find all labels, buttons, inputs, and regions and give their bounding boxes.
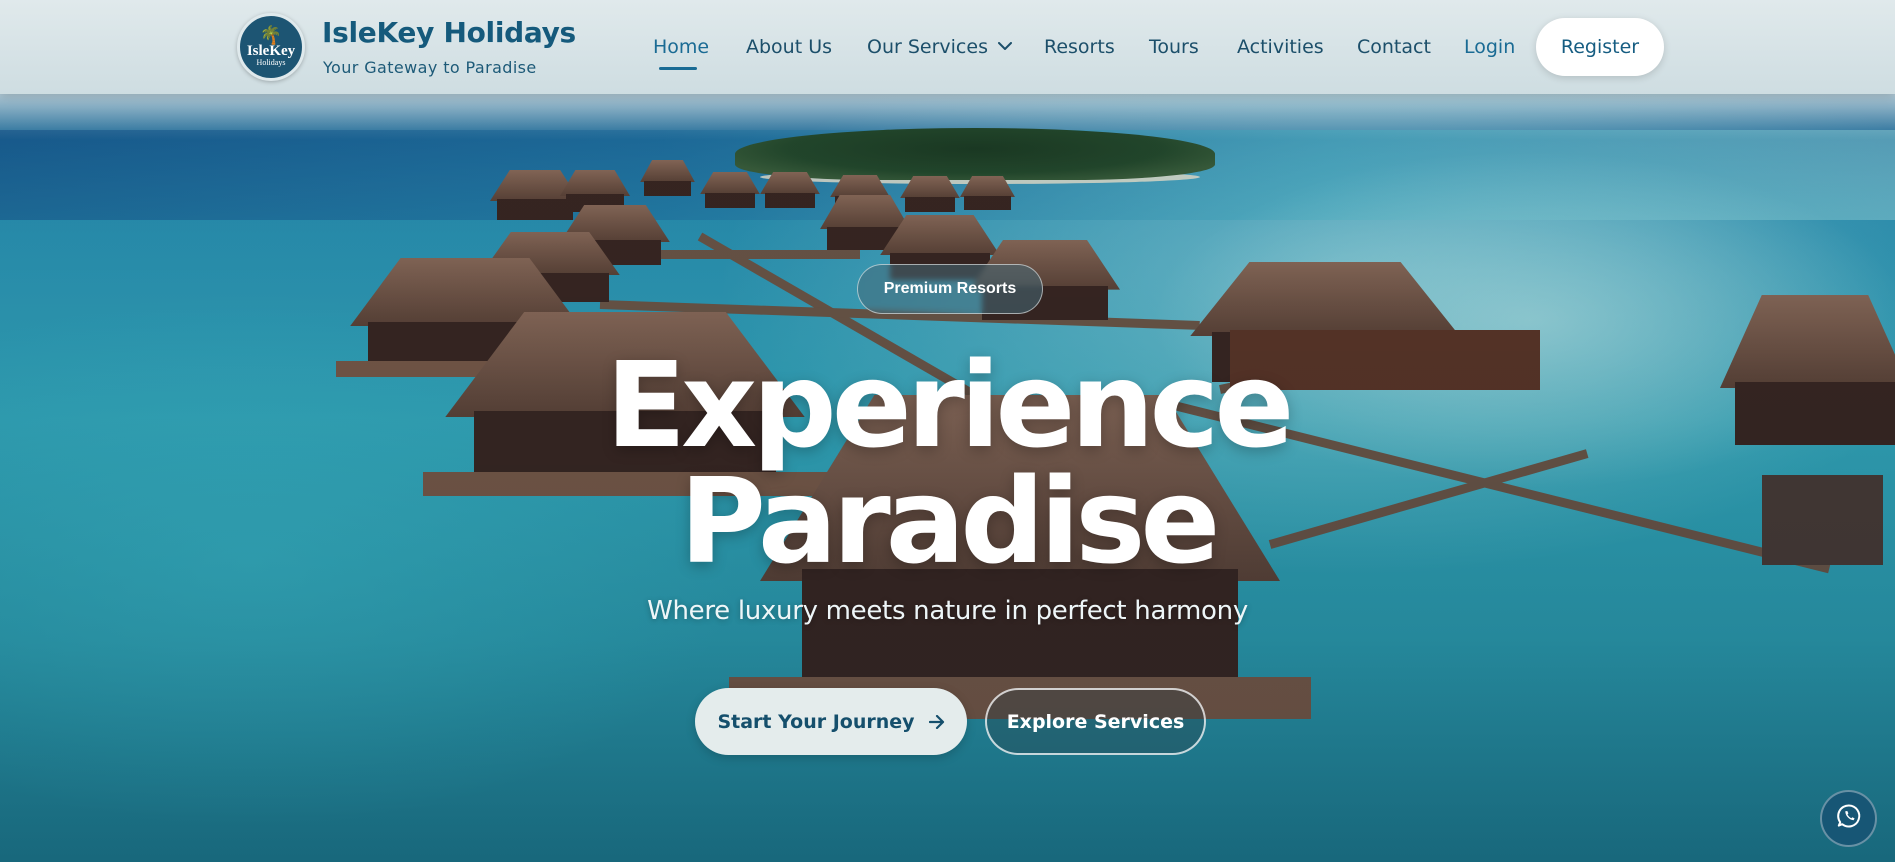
palm-tree-icon: 🌴 bbox=[259, 24, 283, 46]
logo-text-line2: Holidays bbox=[256, 57, 286, 67]
start-your-journey-label: Start Your Journey bbox=[717, 710, 915, 733]
nav-about-us[interactable]: About Us bbox=[746, 36, 832, 58]
logo-text-line1: IsleKey bbox=[246, 42, 296, 59]
nav-resorts[interactable]: Resorts bbox=[1044, 36, 1115, 58]
nav-home[interactable]: Home bbox=[653, 36, 709, 58]
nav-our-services-label: Our Services bbox=[867, 36, 988, 58]
brand-name[interactable]: IsleKey Holidays bbox=[322, 16, 576, 49]
explore-services-button[interactable]: Explore Services bbox=[985, 688, 1206, 755]
brand-logo[interactable]: 🌴 IsleKey Holidays bbox=[237, 13, 305, 81]
brand-tagline: Your Gateway to Paradise bbox=[323, 58, 537, 77]
chevron-down-icon bbox=[997, 39, 1012, 55]
hero-title-line1: Experience bbox=[605, 336, 1295, 474]
start-your-journey-button[interactable]: Start Your Journey bbox=[695, 688, 967, 755]
site-header: 🌴 IsleKey Holidays IsleKey Holidays Your… bbox=[0, 0, 1895, 94]
register-button[interactable]: Register bbox=[1536, 18, 1664, 76]
nav-activities[interactable]: Activities bbox=[1237, 36, 1324, 58]
whatsapp-chat-button[interactable] bbox=[1820, 790, 1877, 847]
nav-login[interactable]: Login bbox=[1464, 36, 1515, 58]
hero-subtitle: Where luxury meets nature in perfect har… bbox=[647, 596, 1248, 626]
whatsapp-icon bbox=[1836, 803, 1862, 834]
nav-tours[interactable]: Tours bbox=[1149, 36, 1199, 58]
nav-our-services[interactable]: Our Services bbox=[867, 36, 1012, 58]
premium-resorts-badge: Premium Resorts bbox=[857, 264, 1043, 314]
hero-title-line2: Paradise bbox=[679, 452, 1221, 590]
arrow-right-icon bbox=[928, 710, 945, 734]
nav-contact[interactable]: Contact bbox=[1357, 36, 1431, 58]
nav-active-indicator bbox=[659, 67, 697, 70]
